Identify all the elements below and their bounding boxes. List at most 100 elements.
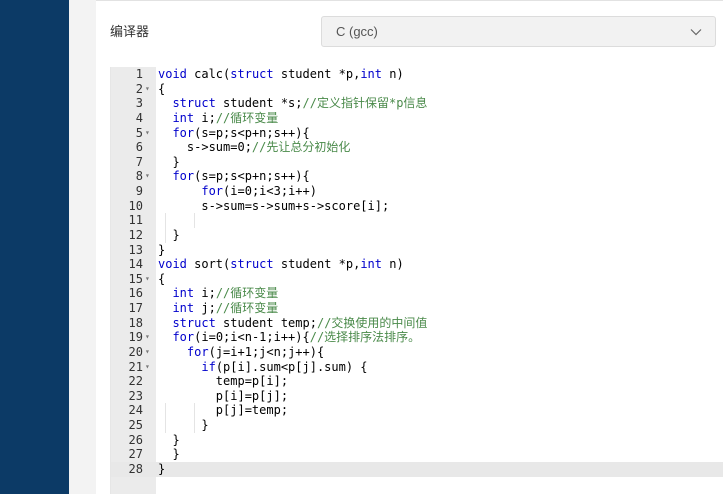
code-token: sort( <box>186 257 231 272</box>
line-number: 8 <box>135 169 143 184</box>
code-text: void calc(struct student *p,int n) <box>158 67 404 82</box>
fold-toggle-icon[interactable]: ▾ <box>145 272 153 287</box>
code-line[interactable]: 5 ▾ for(s=p;s<p+n;s++){ <box>111 126 723 141</box>
code-line[interactable]: 7 } <box>111 155 723 170</box>
code-line[interactable]: 15 ▾ { <box>111 272 723 287</box>
code-token: (s=p;s<p+n;s++){ <box>194 125 310 140</box>
code-line[interactable]: 10 s->sum=s->sum+s->score[i]; <box>111 199 723 214</box>
code-token: n) <box>382 257 404 272</box>
code-line[interactable]: 4 int i;//循环变量 <box>111 111 723 126</box>
line-number: 5 <box>135 125 143 140</box>
indent-guide <box>194 403 196 418</box>
code-line[interactable]: 17 int j;//循环变量 <box>111 301 723 316</box>
code-line[interactable]: 1 void calc(struct student *p,int n) <box>111 67 723 82</box>
code-line[interactable]: 20 ▾ for(j=i+1;j<n;j++){ <box>111 345 723 360</box>
line-number: 12 <box>128 227 143 242</box>
code-line[interactable]: 14 void sort(struct student *p,int n) <box>111 257 723 272</box>
compiler-label: 编译器 <box>110 25 150 40</box>
code-line[interactable]: 27 } <box>111 447 723 462</box>
code-token: temp=p[i]; <box>158 374 289 389</box>
code-editor[interactable]: 1 void calc(struct student *p,int n) 2 ▾{3 … <box>110 67 723 494</box>
line-number: 28 <box>128 461 143 476</box>
code-token: } <box>158 447 180 462</box>
code-line[interactable]: 16 int i;//循环变量 <box>111 286 723 301</box>
code-line[interactable]: 19 ▾ for(i=0;i<n-1;i++){//选择排序法排序。 <box>111 330 723 345</box>
code-comment: //交换使用的中间值 <box>316 315 428 330</box>
line-number: 4 <box>135 110 143 125</box>
code-comment: //循环变量 <box>215 301 279 315</box>
fold-toggle-icon[interactable]: ▾ <box>145 330 153 345</box>
code-token: p[j]=temp; <box>158 403 289 418</box>
compiler-select-value: C (gcc) <box>336 24 378 39</box>
line-number: 11 <box>128 213 143 228</box>
code-keyword: int <box>172 286 195 301</box>
code-line[interactable]: 12 } <box>111 227 723 243</box>
code-line[interactable]: 22 temp=p[i]; <box>111 374 723 389</box>
fold-toggle-icon[interactable]: ▾ <box>145 82 153 97</box>
code-keyword: for <box>172 125 195 140</box>
code-token: } <box>158 227 180 242</box>
code-text: void sort(struct student *p,int n) <box>158 257 404 272</box>
code-keyword: void <box>158 257 187 272</box>
code-token: (s=p;s<p+n;s++){ <box>194 169 310 184</box>
line-number: 26 <box>128 432 143 447</box>
line-number: 18 <box>128 315 143 330</box>
code-token: s->sum=s->sum+s->score[i]; <box>158 198 390 213</box>
fold-toggle-icon[interactable]: ▾ <box>145 126 153 141</box>
code-text: for(s=p;s<p+n;s++){ <box>158 125 310 141</box>
code-text: temp=p[i]; <box>158 374 288 389</box>
code-keyword: void <box>158 67 187 81</box>
code-line[interactable]: 18 struct student temp;//交换使用的中间值 <box>111 316 723 331</box>
code-comment: //先让总分初始化 <box>251 140 351 155</box>
line-number: 23 <box>128 388 143 403</box>
code-text: for(i=0;i<n-1;i++){//选择排序法排序。 <box>158 330 420 345</box>
code-line[interactable]: 26 } <box>111 433 723 448</box>
fold-toggle-icon[interactable]: ▾ <box>145 360 153 375</box>
code-line[interactable]: 8 ▾ for(s=p;s<p+n;s++){ <box>111 169 723 184</box>
code-token: } <box>158 461 166 476</box>
fold-toggle-icon[interactable]: ▾ <box>145 345 153 360</box>
code-token: j; <box>194 301 216 315</box>
code-line[interactable]: 23 p[i]=p[j]; <box>111 389 723 404</box>
code-line[interactable]: 25 } <box>111 418 723 433</box>
code-token: n) <box>382 67 404 81</box>
code-keyword: for <box>172 169 195 184</box>
code-line[interactable]: 28} <box>111 461 723 477</box>
fold-toggle-icon[interactable]: ▾ <box>145 169 153 184</box>
indent-guide <box>165 418 167 433</box>
code-line[interactable]: 24 p[j]=temp; <box>111 403 723 418</box>
code-keyword: int <box>360 257 383 272</box>
code-keyword: int <box>172 110 195 125</box>
code-keyword: struct <box>172 315 216 330</box>
chevron-down-icon <box>690 29 702 36</box>
code-comment: //定义指针保留*p信息 <box>302 96 428 111</box>
line-number: 2 <box>135 81 143 96</box>
top-divider <box>96 0 723 1</box>
code-line[interactable]: 11 <box>111 213 723 228</box>
code-keyword: for <box>201 184 224 198</box>
code-line[interactable]: 9 for(i=0;i<3;i++) <box>111 184 723 199</box>
code-line[interactable]: 2 ▾ { <box>111 82 723 97</box>
code-line[interactable]: 13} <box>111 243 723 258</box>
compiler-select[interactable]: C (gcc) <box>321 16 716 47</box>
indent-guide <box>194 418 196 433</box>
line-number: 22 <box>128 374 143 389</box>
code-text: int i;//循环变量 <box>158 286 278 301</box>
code-token: calc( <box>186 67 231 81</box>
code-text: if(p[i].sum<p[j].sum) { <box>158 360 367 375</box>
code-token: } <box>158 432 180 447</box>
code-line[interactable]: 3 struct student *s;//定义指针保留*p信息 <box>111 96 723 111</box>
code-line[interactable]: 6 s->sum=0;//先让总分初始化 <box>111 140 723 155</box>
code-line[interactable]: 21 ▾ if(p[i].sum<p[j].sum) { <box>111 360 723 375</box>
code-keyword: struct <box>230 257 274 272</box>
line-number: 1 <box>135 67 143 81</box>
code-token: i; <box>194 110 216 125</box>
code-text: } <box>158 227 180 243</box>
line-number: 15 <box>128 271 143 286</box>
indent-guide <box>165 213 167 228</box>
code-token: (j=i+1;j<n;j++){ <box>208 344 325 359</box>
code-text: { <box>158 82 165 97</box>
